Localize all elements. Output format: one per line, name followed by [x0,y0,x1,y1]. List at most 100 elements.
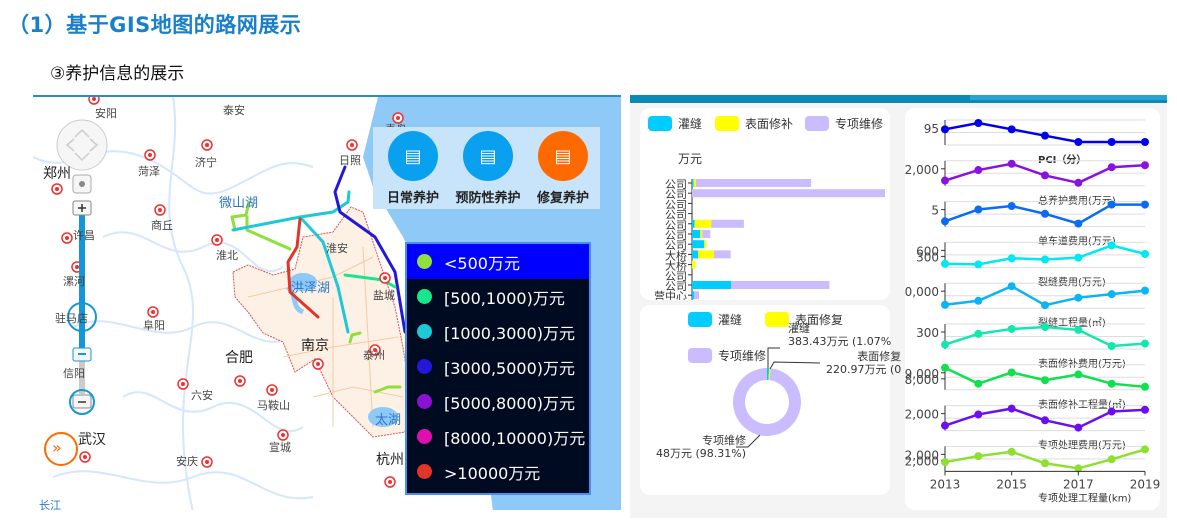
data-point[interactable] [974,296,983,305]
data-point[interactable] [1141,445,1149,454]
data-point[interactable] [1107,342,1116,350]
double-chevron-icon[interactable]: » [52,438,62,457]
maintenance-button[interactable]: ▤ 修复养护 [527,131,599,206]
data-point[interactable] [1141,200,1149,209]
data-point[interactable] [941,125,949,134]
data-point[interactable] [1141,286,1149,295]
locate-button[interactable] [72,174,92,194]
data-point[interactable] [1007,202,1016,211]
data-point[interactable] [1141,405,1149,414]
data-point[interactable] [974,260,983,269]
data-point[interactable] [1007,324,1016,333]
data-point[interactable] [1041,171,1049,180]
data-point[interactable] [1141,339,1149,348]
data-point[interactable] [974,452,983,461]
data-point[interactable] [1141,138,1149,146]
legend-row[interactable]: [500,1000)万元 [407,279,589,314]
bar-segment[interactable] [692,230,701,238]
data-point[interactable] [1107,241,1116,250]
maintenance-button[interactable]: ▤ 日常养护 [377,131,449,206]
data-point[interactable] [1074,370,1083,379]
data-point[interactable] [1074,293,1083,302]
legend-row[interactable]: [5000,8000)万元 [407,384,589,419]
data-point[interactable] [1041,416,1049,425]
bar-segment[interactable] [692,189,885,198]
bar-segment[interactable] [700,230,703,238]
bar-segment[interactable] [702,230,711,238]
data-point[interactable] [1007,254,1016,263]
data-point[interactable] [1041,209,1049,218]
data-point[interactable] [1074,423,1083,432]
bar-segment[interactable] [693,179,696,187]
bar-segment[interactable] [692,179,694,187]
pie-slice[interactable] [733,368,801,436]
data-point[interactable] [974,119,983,127]
zoom-in-button[interactable] [72,200,92,216]
data-point[interactable] [1041,376,1049,385]
bar-segment[interactable] [711,219,744,228]
data-point[interactable] [1041,323,1049,331]
data-point[interactable] [1007,159,1016,168]
data-point[interactable] [1107,379,1116,388]
bar-segment[interactable] [692,219,695,228]
data-point[interactable] [1074,178,1083,187]
data-point[interactable] [1107,138,1116,146]
bar-segment[interactable] [693,291,699,300]
legend-row[interactable]: <500万元 [407,244,589,279]
data-point[interactable] [941,259,949,268]
bar-segment[interactable] [692,291,694,300]
bar-segment[interactable] [692,250,698,259]
data-point[interactable] [1007,447,1016,456]
gis-map[interactable]: 安阳 泰安 济宁 菏泽 郑州 商丘 许昌 淮北 漯河 驻马店 阜阳 合肥 六安 信阳 武汉 安庆 宣城 马鞍山 南京… [33,95,621,510]
bar-segment[interactable] [704,240,707,249]
data-point[interactable] [1107,200,1116,209]
bar-segment[interactable] [694,219,712,228]
city-label: 马鞍山 [257,399,290,412]
data-point[interactable] [1107,455,1116,464]
data-point[interactable] [941,458,949,467]
data-point[interactable] [1074,219,1083,228]
data-point[interactable] [974,329,983,338]
bar-segment[interactable] [697,250,714,259]
bar-segment[interactable] [692,240,705,249]
data-point[interactable] [1041,459,1049,468]
multi-line-chart: 95PCI（分）2,000总养护费用(万元)5单车道费用(万元)600300裂缝… [905,119,1160,504]
data-point[interactable] [974,205,983,214]
data-point[interactable] [941,217,949,226]
legend-row[interactable]: >10000万元 [407,454,589,489]
data-point[interactable] [974,379,983,388]
data-point[interactable] [1007,404,1016,413]
data-point[interactable] [941,363,949,372]
data-point[interactable] [974,410,983,419]
data-point[interactable] [1141,249,1149,258]
legend-row[interactable]: [1000,3000)万元 [407,314,589,349]
data-point[interactable] [941,340,949,349]
data-point[interactable] [1074,253,1083,262]
legend-row[interactable]: [3000,5000)万元 [407,349,589,384]
data-point[interactable] [941,421,949,430]
data-point[interactable] [941,176,949,185]
data-point[interactable] [1041,255,1049,264]
data-point[interactable] [1007,368,1016,377]
data-point[interactable] [1007,125,1016,134]
data-point[interactable] [1141,161,1149,170]
data-point[interactable] [1041,131,1049,140]
bar-segment[interactable] [692,281,732,289]
maintenance-button[interactable]: ▤ 预防性养护 [452,131,524,206]
data-point[interactable] [1007,282,1016,291]
data-point[interactable] [1107,407,1116,416]
pie-chart-card: 灌缝 表面修复 专项维修 灌缝 383.43万元 (1.07% 表面修复 220.9… [640,305,901,495]
data-point[interactable] [1041,301,1049,310]
data-point[interactable] [1074,325,1083,334]
legend-row[interactable]: [8000,10000)万元 [407,419,589,454]
bar-segment[interactable] [692,260,696,269]
data-point[interactable] [974,166,983,175]
data-point[interactable] [941,300,949,309]
data-point[interactable] [1074,138,1083,146]
data-point[interactable] [1141,382,1149,391]
bar-segment[interactable] [695,179,812,187]
bar-segment[interactable] [713,250,731,259]
bar-segment[interactable] [731,281,830,289]
data-point[interactable] [1107,163,1116,172]
data-point[interactable] [1107,290,1116,299]
